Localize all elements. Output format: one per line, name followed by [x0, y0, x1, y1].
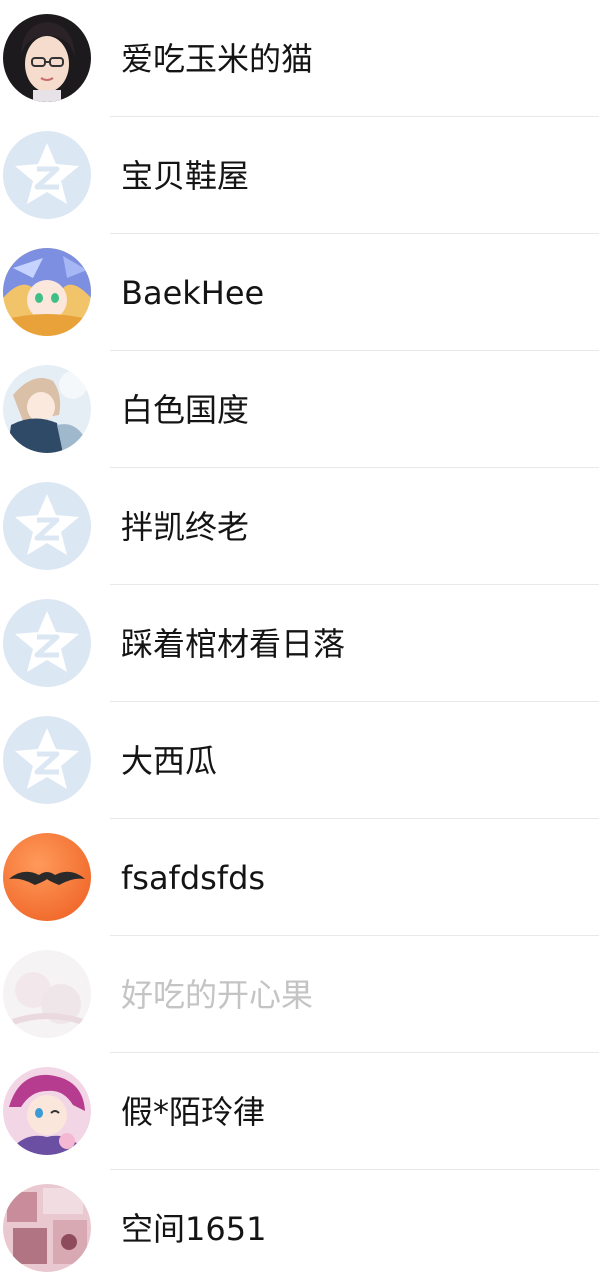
- contact-row[interactable]: 大西瓜: [0, 702, 599, 819]
- avatar[interactable]: [3, 248, 91, 336]
- contact-name: 假*陌玲律: [121, 1093, 266, 1131]
- default-qzone-star-avatar-icon: [3, 131, 91, 219]
- contact-row[interactable]: 踩着棺材看日落: [0, 585, 599, 702]
- avatar[interactable]: [3, 599, 91, 687]
- contact-name: BaekHee: [121, 274, 265, 312]
- contact-row[interactable]: BaekHee: [0, 234, 599, 351]
- default-qzone-star-avatar-icon: [3, 599, 91, 687]
- contact-row[interactable]: 白色国度: [0, 351, 599, 468]
- default-qzone-star-avatar-icon: [3, 482, 91, 570]
- contact-name: 爱吃玉米的猫: [121, 40, 314, 78]
- avatar-girl-glasses-icon: [3, 14, 91, 102]
- contact-row[interactable]: fsafdsfds: [0, 819, 599, 936]
- contact-row[interactable]: 爱吃玉米的猫: [0, 0, 599, 117]
- contact-name: 踩着棺材看日落: [121, 625, 346, 663]
- avatar[interactable]: [3, 365, 91, 453]
- avatar-orange-mustache-icon: [3, 833, 91, 921]
- contact-name: 好吃的开心果: [121, 976, 314, 1014]
- avatar-anime-winter-girl-icon: [3, 365, 91, 453]
- avatar[interactable]: [3, 950, 91, 1038]
- default-qzone-star-avatar-icon: [3, 716, 91, 804]
- contact-name: 大西瓜: [121, 742, 218, 780]
- avatar[interactable]: [3, 716, 91, 804]
- contact-name: fsafdsfds: [121, 859, 266, 897]
- contact-name: 白色国度: [121, 391, 250, 429]
- contact-list: 爱吃玉米的猫 宝贝鞋屋 BaekHee 白色国度 拌凯终老 踩着棺材看日落 大西…: [0, 0, 599, 1280]
- avatar-faded-pink-icon: [3, 950, 91, 1038]
- contact-row[interactable]: 空间1651: [0, 1170, 599, 1280]
- avatar[interactable]: [3, 482, 91, 570]
- avatar-anime-blue-hair-icon: [3, 248, 91, 336]
- avatar-pink-collage-icon: [3, 1184, 91, 1272]
- contact-row[interactable]: 拌凯终老: [0, 468, 599, 585]
- avatar[interactable]: [3, 833, 91, 921]
- avatar-anime-pink-hair-icon: [3, 1067, 91, 1155]
- contact-name: 拌凯终老: [121, 508, 250, 546]
- contact-name: 宝贝鞋屋: [121, 157, 250, 195]
- contact-row[interactable]: 宝贝鞋屋: [0, 117, 599, 234]
- contact-row[interactable]: 假*陌玲律: [0, 1053, 599, 1170]
- contact-row[interactable]: 好吃的开心果: [0, 936, 599, 1053]
- avatar[interactable]: [3, 1067, 91, 1155]
- avatar[interactable]: [3, 131, 91, 219]
- avatar[interactable]: [3, 14, 91, 102]
- avatar[interactable]: [3, 1184, 91, 1272]
- contact-name: 空间1651: [121, 1210, 267, 1248]
